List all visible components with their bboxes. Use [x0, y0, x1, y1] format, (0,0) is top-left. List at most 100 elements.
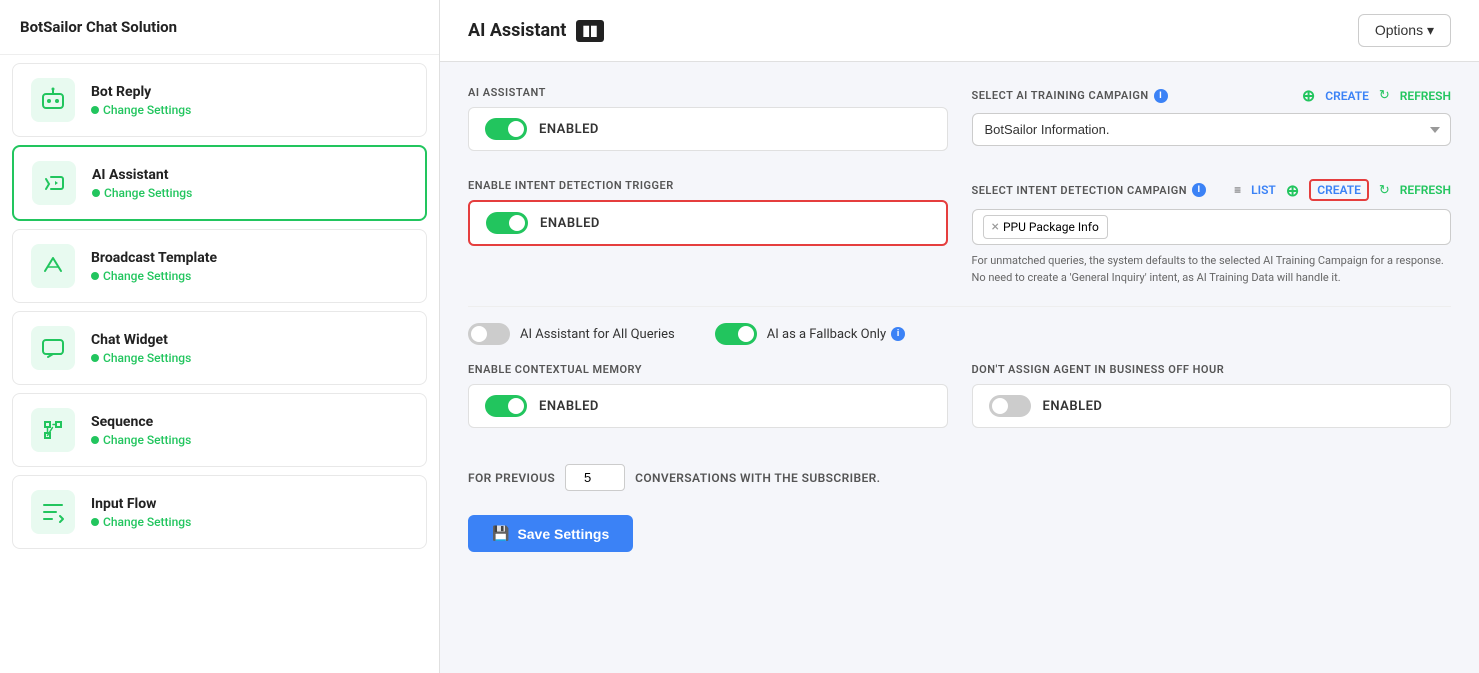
- sidebar-item-bot-reply-name: Bot Reply: [91, 84, 191, 100]
- ai-fallback-label: AI as a Fallback Only i: [767, 327, 905, 342]
- ai-assistant-section-label: AI Assistant: [468, 86, 948, 99]
- ai-fallback-info-icon: i: [891, 327, 905, 341]
- select-intent-section: SELECT INTENT DETECTION CAMPAIGN i ≡ LIS…: [972, 179, 1452, 286]
- sidebar-item-broadcast-name: Broadcast Template: [91, 250, 217, 266]
- sidebar-item-broadcast-link[interactable]: Change Settings: [91, 269, 217, 283]
- sidebar-item-sequence[interactable]: Sequence Change Settings: [12, 393, 427, 467]
- main-body: AI Assistant ENABLED SELECT AI TRAINING …: [440, 62, 1479, 576]
- select-intent-actions: ≡ LIST ⊕ CREATE ↻ REFRESH: [1234, 179, 1451, 201]
- tag-remove-icon[interactable]: ×: [992, 219, 999, 235]
- select-ai-label: SELECT AI TRAINING CAMPAIGN i: [972, 89, 1168, 103]
- sidebar-item-input-flow-text: Input Flow Change Settings: [91, 496, 191, 529]
- main-title-text: AI Assistant: [468, 20, 566, 41]
- intent-section: ENABLE INTENT DETECTION TRIGGER ENABLED …: [468, 179, 1451, 286]
- for-previous-row: FOR PREVIOUS CONVERSATIONS WITH THE SUBS…: [468, 464, 1451, 491]
- intent-info-text: For unmatched queries, the system defaul…: [972, 253, 1452, 286]
- sidebar-item-input-flow-name: Input Flow: [91, 496, 191, 512]
- sidebar-item-input-flow[interactable]: Input Flow Change Settings: [12, 475, 427, 549]
- sidebar-item-sequence-name: Sequence: [91, 414, 191, 430]
- sidebar-item-ai-link[interactable]: Change Settings: [92, 186, 192, 200]
- contextual-memory-label: ENABLE CONTEXTUAL MEMORY: [468, 363, 948, 376]
- sidebar: BotSailor Chat Solution Bot Reply Change…: [0, 0, 440, 673]
- ai-fallback-row: AI as a Fallback Only i: [715, 323, 905, 345]
- sidebar-item-input-flow-link[interactable]: Change Settings: [91, 515, 191, 529]
- dont-assign-toggle-label: ENABLED: [1043, 399, 1103, 414]
- select-ai-header: SELECT AI TRAINING CAMPAIGN i ⊕ CREATE ↻…: [972, 86, 1452, 105]
- sidebar-item-ai-name: AI Assistant: [92, 167, 192, 183]
- sidebar-item-chat-name: Chat Widget: [91, 332, 191, 348]
- divider: [468, 306, 1451, 307]
- dont-assign-toggle[interactable]: [989, 395, 1031, 417]
- save-settings-label: Save Settings: [517, 526, 609, 542]
- sidebar-item-ai-assistant[interactable]: AI Assistant Change Settings: [12, 145, 427, 221]
- select-ai-training-dropdown[interactable]: BotSailor Information.: [972, 113, 1452, 146]
- select-intent-label: SELECT INTENT DETECTION CAMPAIGN i: [972, 183, 1207, 197]
- top-section: AI Assistant ENABLED SELECT AI TRAINING …: [468, 86, 1451, 167]
- create-plus-icon: ⊕: [1302, 86, 1315, 105]
- ai-fallback-toggle[interactable]: [715, 323, 757, 345]
- dont-assign-label: DON'T ASSIGN AGENT IN BUSINESS OFF HOUR: [972, 363, 1452, 376]
- input-flow-icon: [31, 490, 75, 534]
- select-intent-header: SELECT INTENT DETECTION CAMPAIGN i ≡ LIS…: [972, 179, 1452, 201]
- select-intent-create-link[interactable]: CREATE: [1309, 179, 1369, 201]
- ai-assistant-toggle[interactable]: [485, 118, 527, 140]
- sidebar-item-chat-text: Chat Widget Change Settings: [91, 332, 191, 365]
- main-header: AI Assistant ▮▮ Options ▾: [440, 0, 1479, 62]
- sidebar-item-chat-link[interactable]: Change Settings: [91, 351, 191, 365]
- ai-options-row: AI Assistant for All Queries AI as a Fal…: [468, 323, 1451, 345]
- select-ai-create-link[interactable]: CREATE: [1325, 89, 1369, 103]
- ai-assistant-section: AI Assistant ENABLED: [468, 86, 948, 167]
- select-ai-refresh-link[interactable]: REFRESH: [1400, 89, 1451, 103]
- sequence-icon: [31, 408, 75, 452]
- options-button[interactable]: Options ▾: [1358, 14, 1451, 47]
- intent-trigger-toggle[interactable]: [486, 212, 528, 234]
- contextual-memory-section: ENABLE CONTEXTUAL MEMORY ENABLED: [468, 363, 948, 444]
- sidebar-item-chat-widget[interactable]: Chat Widget Change Settings: [12, 311, 427, 385]
- intent-tag-label: PPU Package Info: [1003, 220, 1099, 234]
- sidebar-item-bot-reply-link[interactable]: Change Settings: [91, 103, 191, 117]
- for-previous-input[interactable]: [565, 464, 625, 491]
- refresh-icon-1: ↻: [1379, 88, 1390, 103]
- brand: BotSailor Chat Solution: [0, 0, 439, 55]
- select-intent-refresh-link[interactable]: REFRESH: [1400, 183, 1451, 197]
- select-ai-info-icon: i: [1154, 89, 1168, 103]
- sidebar-item-sequence-text: Sequence Change Settings: [91, 414, 191, 447]
- chat-widget-icon: [31, 326, 75, 370]
- conversations-label: CONVERSATIONS WITH THE SUBSCRIBER.: [635, 471, 880, 485]
- list-icon: ≡: [1234, 183, 1241, 197]
- bot-reply-icon: [31, 78, 75, 122]
- sidebar-item-bot-reply-text: Bot Reply Change Settings: [91, 84, 191, 117]
- ai-assistant-icon: [32, 161, 76, 205]
- intent-trigger-toggle-row: ENABLED: [468, 200, 948, 246]
- sidebar-item-ai-text: AI Assistant Change Settings: [92, 167, 192, 200]
- ai-assistant-toggle-label: ENABLED: [539, 122, 599, 137]
- intent-tag-input[interactable]: × PPU Package Info: [972, 209, 1452, 245]
- sidebar-item-bot-reply[interactable]: Bot Reply Change Settings: [12, 63, 427, 137]
- save-icon: 💾: [492, 525, 509, 542]
- select-ai-actions: ⊕ CREATE ↻ REFRESH: [1302, 86, 1451, 105]
- intent-trigger-toggle-label: ENABLED: [540, 216, 600, 231]
- main-title: AI Assistant ▮▮: [468, 20, 604, 42]
- memory-assign-section: ENABLE CONTEXTUAL MEMORY ENABLED DON'T A…: [468, 363, 1451, 444]
- sidebar-item-broadcast-text: Broadcast Template Change Settings: [91, 250, 217, 283]
- refresh-icon-2: ↻: [1379, 183, 1390, 198]
- dont-assign-section: DON'T ASSIGN AGENT IN BUSINESS OFF HOUR …: [972, 363, 1452, 444]
- ai-all-queries-toggle[interactable]: [468, 323, 510, 345]
- sidebar-item-broadcast[interactable]: Broadcast Template Change Settings: [12, 229, 427, 303]
- select-intent-info-icon: i: [1192, 183, 1206, 197]
- contextual-memory-toggle-row: ENABLED: [468, 384, 948, 428]
- ai-assistant-toggle-row: ENABLED: [468, 107, 948, 151]
- select-intent-list-link[interactable]: LIST: [1251, 183, 1276, 197]
- contextual-memory-toggle[interactable]: [485, 395, 527, 417]
- dont-assign-toggle-row: ENABLED: [972, 384, 1452, 428]
- broadcast-icon: [31, 244, 75, 288]
- save-settings-button[interactable]: 💾 Save Settings: [468, 515, 633, 552]
- select-ai-section: SELECT AI TRAINING CAMPAIGN i ⊕ CREATE ↻…: [972, 86, 1452, 167]
- intent-trigger-label: ENABLE INTENT DETECTION TRIGGER: [468, 179, 948, 192]
- intent-tag: × PPU Package Info: [983, 215, 1108, 239]
- sidebar-item-sequence-link[interactable]: Change Settings: [91, 433, 191, 447]
- main-content: AI Assistant ▮▮ Options ▾ AI Assistant E…: [440, 0, 1479, 673]
- ai-all-queries-label: AI Assistant for All Queries: [520, 327, 675, 342]
- contextual-memory-toggle-label: ENABLED: [539, 399, 599, 414]
- intent-trigger-section: ENABLE INTENT DETECTION TRIGGER ENABLED: [468, 179, 948, 286]
